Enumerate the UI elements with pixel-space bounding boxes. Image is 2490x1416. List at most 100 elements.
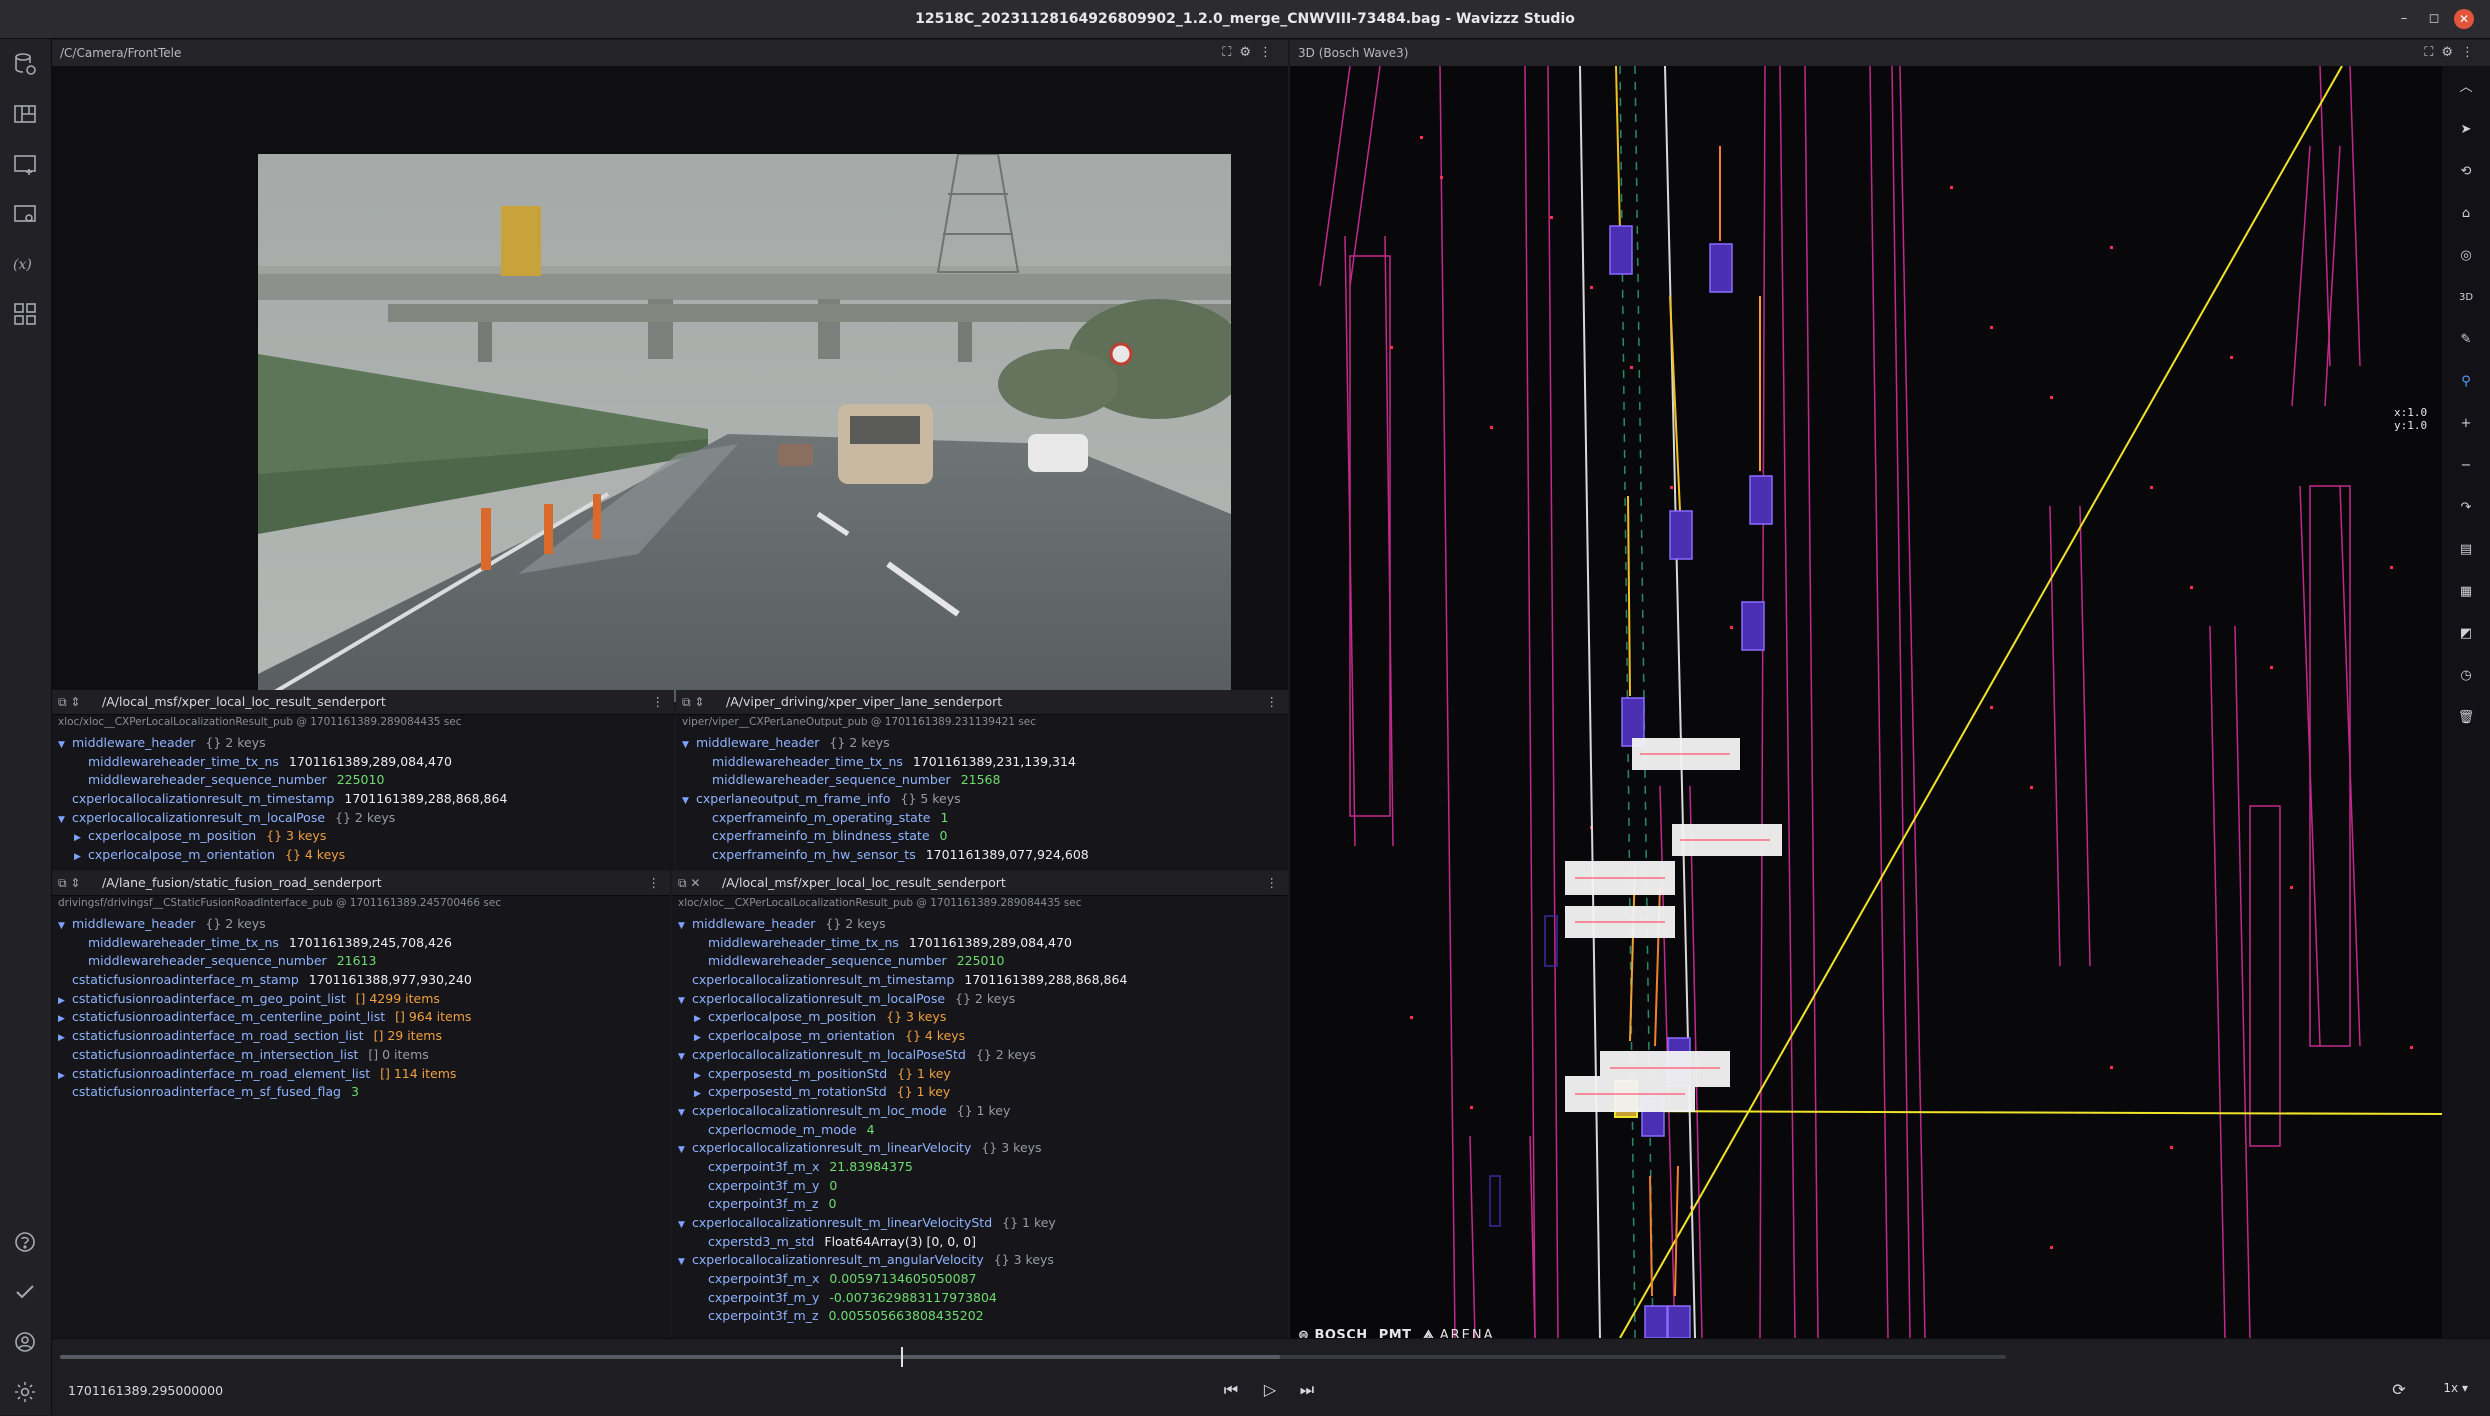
- expand-down-icon[interactable]: ▼: [58, 917, 72, 936]
- tree-row[interactable]: ▶ cxperlocalpose_m_position{} 3 keys: [678, 1008, 1284, 1027]
- expand-down-icon[interactable]: ▼: [682, 736, 696, 755]
- check-icon[interactable]: [12, 1279, 38, 1305]
- coord-x: x:1.0: [2394, 406, 2428, 419]
- expand-down-icon[interactable]: ▼: [58, 736, 72, 755]
- chevron-up-icon[interactable]: ︿: [2452, 74, 2480, 102]
- rotate-icon[interactable]: ⟲: [2452, 158, 2480, 186]
- panel-drag-icon[interactable]: ⧉ ⇕: [682, 690, 704, 714]
- panel-drag-icon[interactable]: ⧉ ⇕: [58, 871, 80, 895]
- clock-icon[interactable]: ◷: [2452, 662, 2480, 690]
- expand-down-icon[interactable]: ▼: [678, 917, 692, 936]
- tree-row[interactable]: ▶ cstaticfusionroadinterface_m_geo_point_…: [58, 990, 666, 1009]
- topic-path[interactable]: /A/lane_fusion/static_fusion_road_sender…: [102, 871, 382, 895]
- topic-path[interactable]: /A/viper_driving/xper_viper_lane_senderp…: [726, 690, 1002, 714]
- tree-row[interactable]: ▼ cxperlaneoutput_m_frame_info {} 5 keys: [682, 790, 1284, 809]
- tree-row[interactable]: ▶ cxperposestd_m_positionStd{} 1 key: [678, 1065, 1284, 1084]
- fullscreen-icon[interactable]: ⛶: [1222, 45, 1239, 60]
- tree-row[interactable]: ▶ cxperposestd_m_rotationStd{} 1 key: [678, 1083, 1284, 1102]
- pin-icon[interactable]: ⚲: [2452, 368, 2480, 396]
- expand-down-icon[interactable]: ▼: [678, 1141, 692, 1160]
- settings-icon[interactable]: [12, 1379, 38, 1405]
- more-icon[interactable]: ⋮: [2461, 45, 2482, 60]
- tree-value: 0: [828, 1196, 837, 1212]
- tree-row[interactable]: ▼ cxperlocallocalizationresult_m_localPos…: [678, 1046, 1284, 1065]
- step-forward-icon[interactable]: ⏭: [1294, 1377, 1320, 1403]
- layer-icon[interactable]: ◩: [2452, 620, 2480, 648]
- data-source-icon[interactable]: [12, 51, 38, 77]
- arena-logo-icon: ⟁: [1422, 1328, 1435, 1338]
- expand-down-icon[interactable]: ▼: [58, 811, 72, 830]
- more-icon[interactable]: ⋮: [648, 871, 661, 895]
- tree-row[interactable]: ▶ cstaticfusionroadinterface_m_centerline…: [58, 1008, 666, 1027]
- tree-row[interactable]: ▶ cstaticfusionroadinterface_m_road_secti…: [58, 1027, 666, 1046]
- extensions-icon[interactable]: [12, 301, 38, 327]
- map-icon[interactable]: ▤: [2452, 536, 2480, 564]
- help-icon[interactable]: [12, 1229, 38, 1255]
- more-icon[interactable]: ⋮: [652, 690, 665, 714]
- playback-speed-select[interactable]: 1x ▾: [2443, 1381, 2468, 1395]
- inspect-icon[interactable]: ◎: [2452, 242, 2480, 270]
- ruler-icon[interactable]: ✎: [2452, 326, 2480, 354]
- playback-timestamp[interactable]: 1701161389.295000000: [68, 1383, 223, 1398]
- tree-row[interactable]: ▶ cxperlocalpose_m_orientation{} 4 keys: [58, 846, 670, 865]
- tree-row[interactable]: ▼ cxperlocallocalizationresult_m_loc_mode…: [678, 1102, 1284, 1121]
- tree-row[interactable]: ▶ cxperlocalpose_m_position{} 3 keys: [58, 827, 670, 846]
- play-icon[interactable]: ▷: [1257, 1377, 1283, 1403]
- mouse-icon[interactable]: ⌂: [2452, 200, 2480, 228]
- 3d-button[interactable]: 3D: [2452, 284, 2480, 312]
- grid-icon[interactable]: ▦: [2452, 578, 2480, 606]
- view3d-canvas[interactable]: x:1.0 y:1.0 ⊜ BOSCH PMT ⟁ ARENA: [1290, 66, 2442, 1338]
- topic-path[interactable]: /A/local_msf/xper_local_loc_result_sende…: [102, 690, 386, 714]
- zoom-in-icon[interactable]: +: [2452, 410, 2480, 438]
- tree-row: middlewareheader_time_tx_ns 1701161389,24…: [58, 934, 666, 953]
- message-panel-loc-result-full: ⧉ ✕ /A/local_msf/xper_local_loc_result_s…: [672, 871, 1288, 1338]
- chevron-down-icon: ▾: [2461, 1381, 2468, 1395]
- scrub-thumb[interactable]: [901, 1347, 903, 1367]
- tree-row[interactable]: ▼ cxperlocallocalizationresult_m_linearVe…: [678, 1214, 1284, 1233]
- expand-down-icon[interactable]: ▼: [678, 1216, 692, 1235]
- account-icon[interactable]: [12, 1329, 38, 1355]
- loop-icon[interactable]: ⟳: [2386, 1377, 2412, 1403]
- more-icon[interactable]: ⋮: [1259, 45, 1280, 60]
- panel-add-icon[interactable]: [12, 151, 38, 177]
- gear-icon[interactable]: ⚙: [1239, 45, 1259, 60]
- tree-row[interactable]: ▼ middleware_header {} 2 keys: [58, 734, 670, 753]
- layout-icon[interactable]: [12, 101, 38, 127]
- expand-down-icon[interactable]: ▼: [678, 1104, 692, 1123]
- panel-drag-icon[interactable]: ⧉ ⇕: [58, 690, 80, 714]
- tree-row[interactable]: ▼ middleware_header {} 2 keys: [58, 915, 666, 934]
- panel-drag-icon[interactable]: ⧉ ✕: [678, 871, 700, 895]
- tree-row[interactable]: ▼ cxperlocallocalizationresult_m_localPos…: [58, 809, 670, 828]
- expand-down-icon[interactable]: ▼: [682, 792, 696, 811]
- expand-down-icon[interactable]: ▼: [678, 1253, 692, 1272]
- tree-row[interactable]: ▼ cxperlocallocalizationresult_m_localPos…: [678, 990, 1284, 1009]
- panel-settings-icon[interactable]: [12, 201, 38, 227]
- topic-path[interactable]: /A/local_msf/xper_local_loc_result_sende…: [722, 871, 1006, 895]
- tree-key: middleware_header: [692, 916, 816, 931]
- tree-row[interactable]: ▶ cstaticfusionroadinterface_m_road_eleme…: [58, 1065, 666, 1084]
- select-icon[interactable]: ➤: [2452, 116, 2480, 144]
- reset-icon[interactable]: ↷: [2452, 494, 2480, 522]
- fullscreen-icon[interactable]: ⛶: [2424, 45, 2441, 60]
- minimize-button[interactable]: –: [2394, 9, 2414, 29]
- tree-row[interactable]: ▼ middleware_header {} 2 keys: [682, 734, 1284, 753]
- tree-row[interactable]: ▼ middleware_header {} 2 keys: [678, 915, 1284, 934]
- step-back-icon[interactable]: ⏮: [1218, 1377, 1244, 1403]
- more-icon[interactable]: ⋮: [1266, 871, 1279, 895]
- trash-icon[interactable]: 🗑: [2452, 704, 2480, 732]
- maximize-button[interactable]: ◻: [2424, 9, 2444, 29]
- tree-key: cxperposestd_m_positionStd: [708, 1065, 888, 1081]
- more-icon[interactable]: ⋮: [1266, 690, 1279, 714]
- variables-icon[interactable]: (x): [12, 251, 38, 277]
- tree-row: middlewareheader_sequence_number 21568: [682, 771, 1284, 790]
- zoom-out-icon[interactable]: −: [2452, 452, 2480, 480]
- tree-row[interactable]: ▼ cxperlocallocalizationresult_m_angularV…: [678, 1251, 1284, 1270]
- expand-down-icon[interactable]: ▼: [678, 1048, 692, 1067]
- close-button[interactable]: ✕: [2454, 9, 2474, 29]
- expand-right-icon[interactable]: ▶: [74, 848, 88, 867]
- gear-icon[interactable]: ⚙: [2441, 45, 2461, 60]
- expand-down-icon[interactable]: ▼: [678, 992, 692, 1011]
- tree-row[interactable]: ▼ cxperlocallocalizationresult_m_linearVe…: [678, 1139, 1284, 1158]
- tree-key: cxperlocallocalizationresult_m_loc_mode: [692, 1102, 947, 1118]
- tree-row[interactable]: ▶ cxperlocalpose_m_orientation{} 4 keys: [678, 1027, 1284, 1046]
